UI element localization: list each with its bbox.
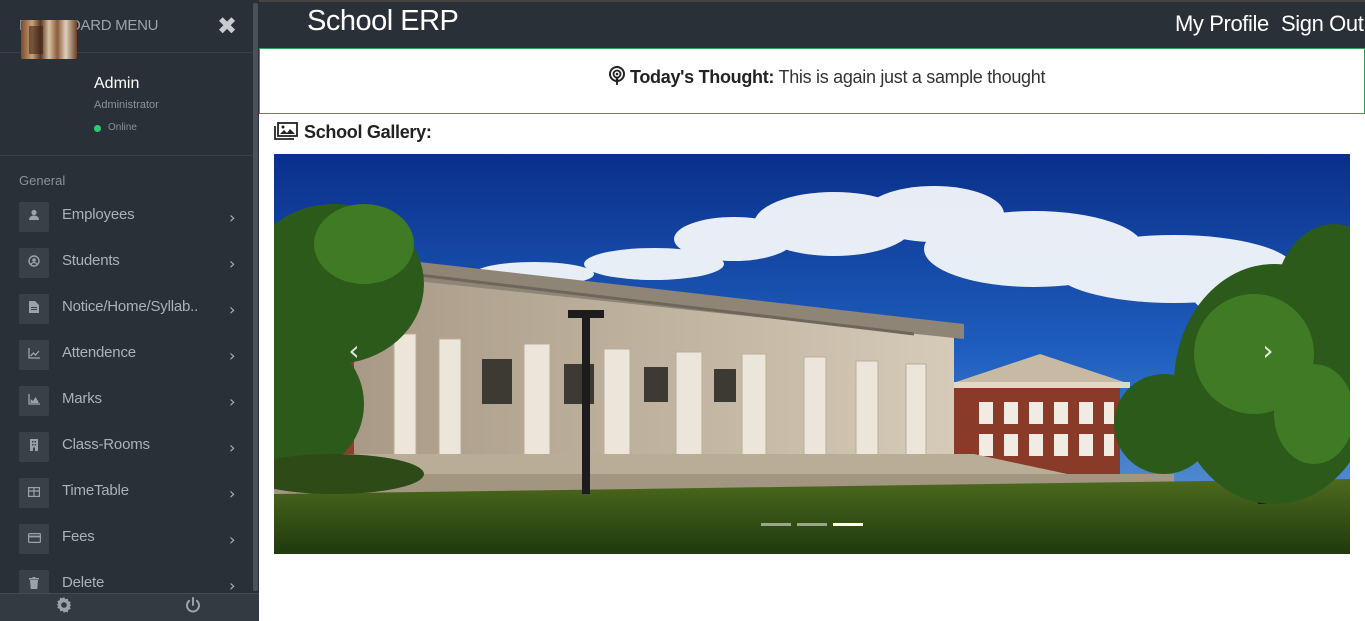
thought-text: This is again just a sample thought — [774, 67, 1046, 87]
sidebar-item-timetable[interactable]: TimeTable › — [0, 472, 253, 518]
chevron-right-icon: › — [229, 484, 236, 503]
sign-out-link[interactable]: Sign Out — [1281, 11, 1364, 37]
chevron-right-icon: › — [229, 346, 236, 365]
sidebar-item-label: Class-Rooms — [62, 436, 150, 453]
images-icon — [274, 122, 298, 140]
gallery-carousel[interactable]: ‹ › — [274, 154, 1350, 554]
area-chart-icon — [19, 340, 49, 370]
sidebar-item-label: Students — [62, 252, 120, 269]
sidebar-item-notice[interactable]: Notice/Home/Syllab.. › — [0, 288, 253, 334]
sidebar-item-fees[interactable]: Fees › — [0, 518, 253, 564]
sidebar-item-label: Marks — [62, 390, 102, 407]
sidebar-item-label: TimeTable — [62, 482, 129, 499]
sidebar-footer — [0, 593, 259, 621]
profile-role: Administrator — [94, 99, 159, 111]
bar-chart-icon — [19, 386, 49, 416]
sidebar-item-label: Fees — [62, 528, 95, 545]
sidebar-item-students[interactable]: Students › — [0, 242, 253, 288]
sidebar-item-class-rooms[interactable]: Class-Rooms › — [0, 426, 253, 472]
carousel-indicator-active[interactable] — [833, 523, 863, 526]
document-icon — [19, 294, 49, 324]
online-dot-icon — [94, 125, 101, 132]
close-icon[interactable]: ✖ — [215, 13, 239, 39]
sidebar-item-label: Employees — [62, 206, 135, 223]
status-text: Online — [108, 122, 137, 133]
table-icon — [19, 478, 49, 508]
gear-icon[interactable] — [55, 597, 73, 617]
credit-card-icon — [19, 524, 49, 554]
sidebar-item-label: Attendence — [62, 344, 136, 361]
building-icon — [19, 432, 49, 462]
chevron-right-icon: › — [229, 530, 236, 549]
sidebar-scrollbar[interactable] — [253, 3, 258, 591]
chevron-right-icon: › — [229, 392, 236, 411]
podcast-icon — [609, 66, 625, 85]
avatar — [21, 20, 77, 59]
thought-content: Today's Thought: This is again just a sa… — [608, 66, 1045, 88]
thought-box: Today's Thought: This is again just a sa… — [259, 48, 1365, 114]
section-label-general: General — [19, 173, 66, 188]
sidebar-item-label: Delete — [62, 574, 105, 591]
chevron-right-icon: › — [229, 208, 236, 227]
status-badge: Online — [94, 122, 137, 133]
sidebar-item-label: Notice/Home/Syllab.. — [62, 298, 199, 315]
sidebar-item-employees[interactable]: Employees › — [0, 196, 253, 242]
student-icon — [19, 248, 49, 278]
carousel-next-icon[interactable]: › — [1256, 334, 1280, 374]
gallery-title: School Gallery: — [304, 122, 432, 142]
sidebar-item-marks[interactable]: Marks › — [0, 380, 253, 426]
gallery-heading: School Gallery: — [274, 122, 432, 143]
sidebar: DASHBOARD MENU ✖ Admin Administrator Onl… — [0, 0, 259, 621]
power-icon[interactable] — [184, 597, 202, 617]
user-icon — [19, 202, 49, 232]
gallery-image — [274, 154, 1350, 554]
carousel-indicator[interactable] — [797, 523, 827, 526]
profile-name: Admin — [94, 75, 140, 92]
carousel-indicator[interactable] — [761, 523, 791, 526]
my-profile-link[interactable]: My Profile — [1175, 11, 1269, 37]
thought-label: Today's Thought: — [630, 67, 775, 87]
sidebar-item-attendence[interactable]: Attendence › — [0, 334, 253, 380]
top-navbar: School ERP My Profile Sign Out — [259, 0, 1365, 48]
chevron-right-icon: › — [229, 254, 236, 273]
chevron-right-icon: › — [229, 438, 236, 457]
chevron-right-icon: › — [229, 300, 236, 319]
carousel-prev-icon[interactable]: ‹ — [342, 334, 366, 374]
app-title[interactable]: School ERP — [307, 5, 459, 38]
